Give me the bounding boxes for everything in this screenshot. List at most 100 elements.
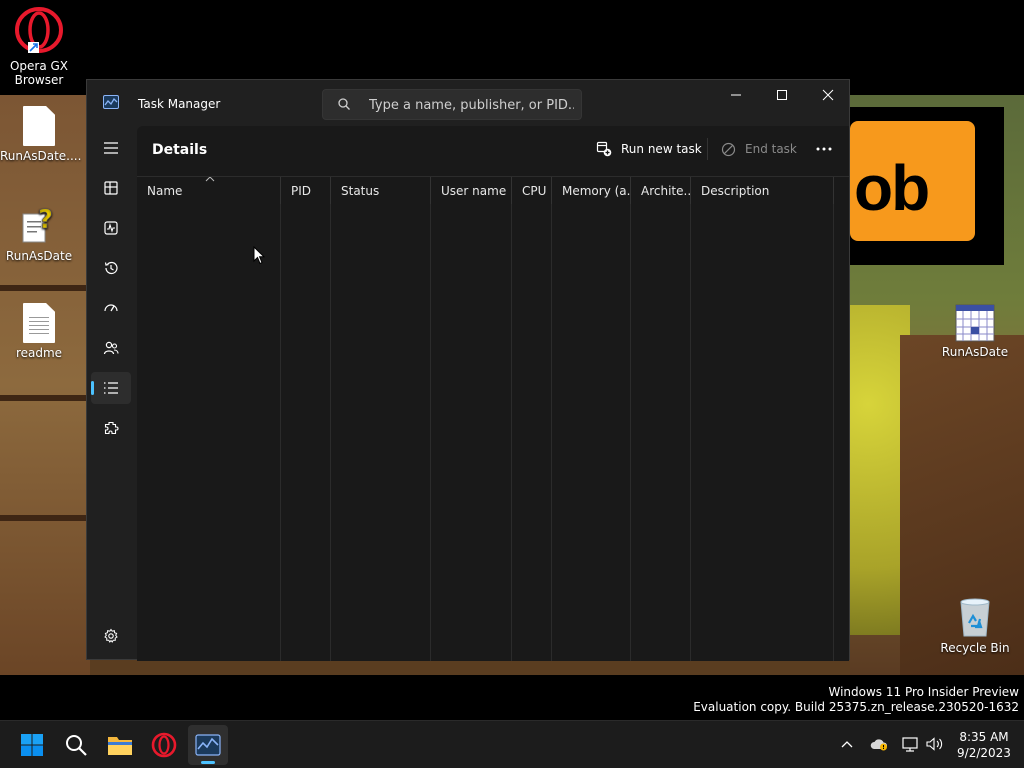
mouse-cursor-icon — [253, 246, 265, 265]
nav-services[interactable] — [91, 412, 131, 444]
text-document-icon — [23, 303, 55, 343]
desktop-icon-runasdate-help[interactable]: ? RunAsDate — [0, 204, 78, 263]
title-bar[interactable]: Task Manager — [87, 80, 851, 126]
column-divider — [630, 204, 631, 661]
column-header-description[interactable]: Description — [691, 177, 834, 205]
nav-processes[interactable] — [91, 172, 131, 204]
toolbar-separator — [707, 138, 708, 160]
close-button[interactable] — [805, 80, 851, 110]
recycle-bin-icon — [960, 598, 990, 637]
desktop-icon-runasdate-app[interactable]: RunAsDate — [936, 304, 1014, 359]
wallpaper-sign: ob — [850, 107, 1004, 265]
gear-icon — [104, 628, 118, 643]
opera-gx-icon — [15, 7, 63, 53]
details-page: Details Run new task End task Name PID S… — [137, 126, 849, 661]
nav-app-history[interactable] — [91, 252, 131, 284]
wallpaper-plank — [0, 395, 90, 401]
column-header-architecture[interactable]: Archite... — [631, 177, 691, 205]
column-header-memory[interactable]: Memory (a... — [552, 177, 631, 205]
nav-performance[interactable] — [91, 212, 131, 244]
search-box[interactable] — [322, 89, 582, 120]
minimize-icon — [731, 94, 741, 96]
network-icon — [902, 737, 918, 752]
more-options-icon — [816, 147, 832, 151]
run-new-task-icon — [596, 141, 612, 157]
run-new-task-label: Run new task — [621, 142, 702, 156]
column-header-cpu[interactable]: CPU — [512, 177, 552, 205]
details-list-icon — [104, 382, 118, 394]
column-header-status[interactable]: Status — [331, 177, 431, 205]
desktop-icon-readme[interactable]: readme — [0, 303, 78, 360]
desktop-icon-label: RunAsDate.... — [0, 149, 82, 163]
users-icon — [103, 341, 119, 355]
nav-settings[interactable] — [91, 620, 131, 652]
nav-users[interactable] — [91, 332, 131, 364]
desktop-icon-opera-gx[interactable]: Opera GX Browser — [0, 6, 78, 87]
taskbar: 8:35 AM 9/2/2023 — [0, 720, 1024, 768]
end-task-icon — [721, 142, 736, 156]
document-icon — [23, 106, 55, 146]
page-title: Details — [152, 142, 208, 158]
desktop-icon-recycle-bin[interactable]: Recycle Bin — [936, 596, 1014, 655]
desktop-icon-label: RunAsDate — [5, 249, 73, 263]
desktop-icon-label: readme — [15, 346, 63, 360]
nav-details[interactable] — [91, 372, 131, 404]
run-new-task-button[interactable]: Run new task — [596, 138, 702, 160]
taskbar-file-explorer[interactable] — [100, 725, 140, 765]
nav-startup-apps[interactable] — [91, 292, 131, 324]
tray-onedrive[interactable] — [870, 735, 888, 753]
show-hidden-icons-button[interactable] — [838, 735, 856, 753]
end-task-button[interactable]: End task — [721, 138, 797, 160]
start-button[interactable] — [12, 725, 52, 765]
desktop-icon-label: Opera GX Browser — [9, 59, 69, 87]
more-options-button[interactable] — [809, 138, 839, 160]
minimize-button[interactable] — [713, 80, 759, 110]
windows-start-icon — [21, 734, 43, 756]
watermark-line-2: Evaluation copy. Build 25375.zn_release.… — [693, 700, 1019, 714]
sort-ascending-icon — [205, 177, 215, 182]
column-header-user-name[interactable]: User name — [431, 177, 512, 205]
taskbar-clock[interactable]: 8:35 AM 9/2/2023 — [948, 729, 1020, 761]
desktop-icon-label: Recycle Bin — [940, 641, 1010, 655]
search-icon — [338, 98, 350, 110]
wallpaper-sign-text: ob — [854, 152, 930, 224]
column-header-name[interactable]: Name — [137, 177, 281, 205]
wallpaper-sign-orange: ob — [850, 121, 975, 241]
search-icon — [66, 735, 87, 756]
column-header-pid[interactable]: PID — [281, 177, 331, 205]
column-divider — [551, 204, 552, 661]
wallpaper-plank — [0, 515, 90, 521]
taskbar-opera-gx[interactable] — [144, 725, 184, 765]
column-divider — [330, 204, 331, 661]
nav-hamburger[interactable] — [91, 132, 131, 164]
desktop-icon-runasdate-file[interactable]: RunAsDate.... — [0, 106, 82, 163]
details-table: Name PID Status User name CPU Memory (a.… — [137, 176, 849, 661]
processes-icon — [104, 181, 118, 195]
wallpaper-left-panel — [0, 95, 90, 675]
close-icon — [822, 89, 834, 101]
taskbar-task-manager[interactable] — [188, 725, 228, 765]
navigation-sidebar — [87, 126, 137, 661]
maximize-icon — [777, 90, 787, 100]
history-icon — [104, 261, 118, 275]
maximize-button[interactable] — [759, 80, 805, 110]
services-icon — [104, 421, 119, 435]
column-divider — [511, 204, 512, 661]
column-divider — [690, 204, 691, 661]
column-divider — [833, 204, 834, 661]
opera-gx-icon — [151, 732, 177, 758]
column-divider — [280, 204, 281, 661]
active-app-indicator — [201, 761, 215, 764]
task-manager-app-icon — [103, 95, 119, 109]
active-nav-indicator — [91, 381, 94, 395]
tray-network[interactable] — [902, 735, 920, 753]
folder-icon — [108, 737, 132, 755]
startup-icon — [104, 304, 118, 312]
task-manager-window: Task Manager Type a name, publisher, or … — [86, 79, 851, 661]
help-document-icon: ? — [22, 205, 53, 243]
task-manager-icon — [195, 734, 221, 756]
search-input[interactable] — [369, 96, 574, 114]
taskbar-search-button[interactable] — [56, 725, 96, 765]
tray-volume[interactable] — [926, 735, 944, 753]
clock-time: 8:35 AM — [959, 730, 1009, 744]
